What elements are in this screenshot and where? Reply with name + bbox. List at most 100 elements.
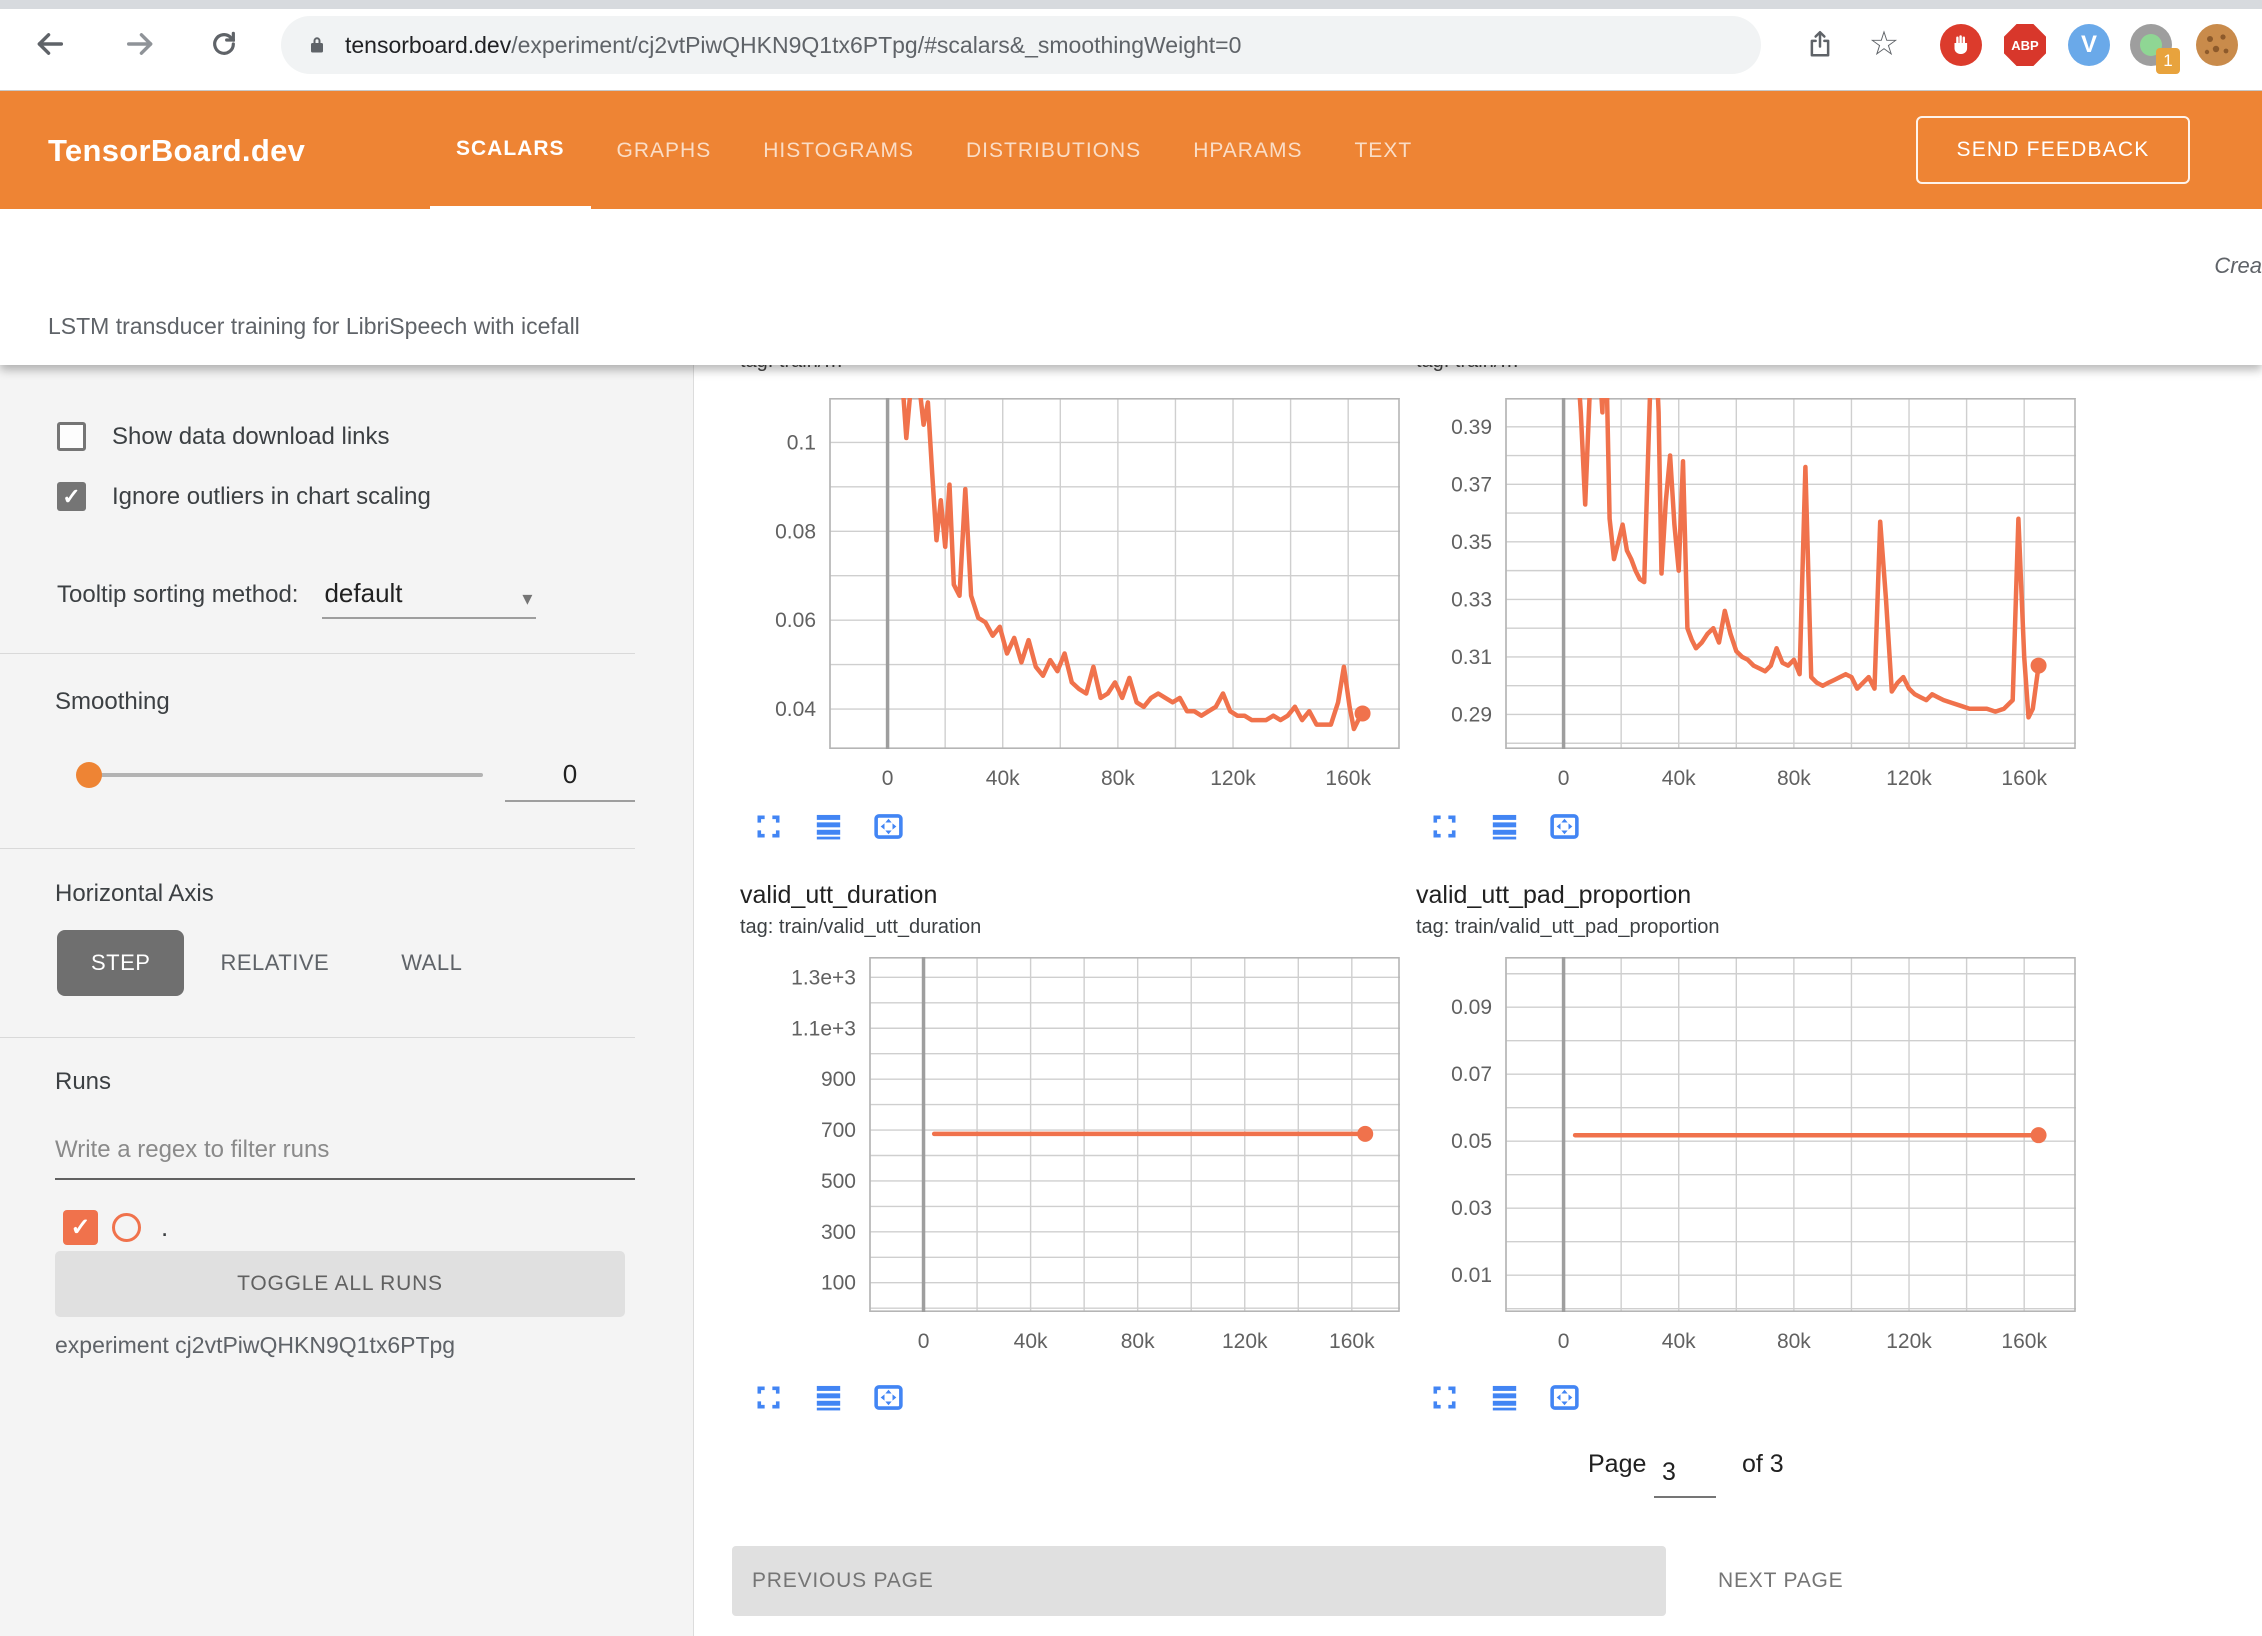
abp-extension-icon[interactable]: ABP bbox=[2004, 24, 2046, 66]
browser-top-strip bbox=[0, 0, 2262, 9]
svg-text:80k: 80k bbox=[1101, 767, 1135, 790]
experiment-description: LSTM transducer training for LibriSpeech… bbox=[48, 313, 580, 340]
log-scale-icon[interactable] bbox=[812, 1381, 845, 1414]
log-scale-icon[interactable] bbox=[812, 810, 845, 843]
divider bbox=[0, 653, 635, 654]
smoothing-slider-thumb[interactable] bbox=[76, 762, 102, 788]
address-bar[interactable]: tensorboard.dev/experiment/cj2vtPiwQHKN9… bbox=[281, 16, 1761, 74]
privacy-extension-icon[interactable]: 1 bbox=[2130, 24, 2172, 66]
abp-label: ABP bbox=[2011, 38, 2038, 53]
send-feedback-button[interactable]: SEND FEEDBACK bbox=[1916, 116, 2190, 184]
svg-text:1.1e+3: 1.1e+3 bbox=[791, 1017, 856, 1040]
ignore-outliers-checkbox[interactable]: ✓ bbox=[57, 482, 86, 511]
runs-label: Runs bbox=[55, 1068, 111, 1096]
axis-wall-button[interactable]: WALL bbox=[365, 930, 498, 996]
svg-text:300: 300 bbox=[821, 1221, 856, 1244]
log-scale-icon[interactable] bbox=[1488, 1381, 1521, 1414]
url-text: tensorboard.dev/experiment/cj2vtPiwQHKN9… bbox=[345, 32, 1241, 59]
svg-text:40k: 40k bbox=[1662, 1330, 1696, 1353]
reload-icon[interactable] bbox=[202, 22, 246, 66]
expand-chart-icon[interactable] bbox=[752, 810, 785, 843]
forward-icon[interactable] bbox=[118, 22, 162, 66]
expand-chart-icon[interactable] bbox=[752, 1381, 785, 1414]
page-number-input[interactable]: 3 bbox=[1654, 1458, 1716, 1498]
svg-text:100: 100 bbox=[821, 1272, 856, 1295]
chart-tag-clipped: tag: train/… bbox=[1416, 365, 1519, 374]
tab-text[interactable]: TEXT bbox=[1328, 91, 1438, 210]
svg-text:700: 700 bbox=[821, 1119, 856, 1142]
previous-page-button[interactable]: PREVIOUS PAGE bbox=[732, 1546, 1666, 1616]
svg-text:0.06: 0.06 bbox=[775, 609, 816, 632]
svg-text:120k: 120k bbox=[1222, 1330, 1268, 1353]
expand-chart-icon[interactable] bbox=[1428, 810, 1461, 843]
tensorboard-page: tensorboard.dev/experiment/cj2vtPiwQHKN9… bbox=[0, 0, 2262, 1636]
runs-filter-input[interactable]: Write a regex to filter runs bbox=[55, 1136, 635, 1180]
v-extension-icon[interactable]: V bbox=[2068, 24, 2110, 66]
svg-text:0.1: 0.1 bbox=[787, 431, 816, 454]
padlock-icon[interactable] bbox=[305, 33, 329, 57]
svg-text:40k: 40k bbox=[986, 767, 1020, 790]
svg-text:160k: 160k bbox=[1329, 1330, 1375, 1353]
divider bbox=[0, 1037, 635, 1038]
svg-text:160k: 160k bbox=[2001, 767, 2047, 790]
show-download-checkbox[interactable] bbox=[57, 422, 86, 451]
extension-badge: 1 bbox=[2156, 48, 2180, 74]
svg-text:0.04: 0.04 bbox=[775, 698, 816, 721]
url-domain: tensorboard.dev bbox=[345, 32, 511, 58]
svg-text:0: 0 bbox=[1558, 767, 1570, 790]
expand-chart-icon[interactable] bbox=[1428, 1381, 1461, 1414]
svg-text:80k: 80k bbox=[1777, 767, 1811, 790]
chart-tag: tag: train/valid_utt_duration bbox=[740, 916, 981, 939]
fit-domain-icon[interactable] bbox=[872, 810, 905, 843]
svg-text:0.37: 0.37 bbox=[1451, 473, 1492, 496]
show-download-row: Show data download links bbox=[57, 422, 390, 451]
v-label: V bbox=[2081, 31, 2097, 59]
run-color-swatch bbox=[112, 1213, 141, 1242]
tab-hparams[interactable]: HPARAMS bbox=[1167, 91, 1328, 210]
run-checkbox[interactable]: ✓ bbox=[63, 1210, 98, 1245]
settings-sidebar: Show data download links ✓ Ignore outlie… bbox=[0, 365, 694, 1636]
fit-domain-icon[interactable] bbox=[872, 1381, 905, 1414]
experiment-id-label: experiment cj2vtPiwQHKN9Q1tx6PTpg bbox=[55, 1332, 455, 1359]
svg-text:0.29: 0.29 bbox=[1451, 703, 1492, 726]
cookie-extension-icon[interactable] bbox=[2196, 24, 2238, 66]
scalar-chart-top-right[interactable]: 0.290.310.330.350.370.39040k80k120k160k bbox=[1416, 398, 2076, 795]
back-icon[interactable] bbox=[28, 22, 72, 66]
scalar-chart-valid-utt-pad-proportion[interactable]: 0.010.030.050.070.09040k80k120k160k bbox=[1416, 957, 2076, 1358]
chart-actions bbox=[1428, 1381, 1581, 1414]
run-name: . bbox=[161, 1212, 168, 1243]
chart-title: valid_utt_pad_proportion bbox=[1416, 881, 1691, 910]
horizontal-axis-label: Horizontal Axis bbox=[55, 880, 214, 908]
share-icon[interactable] bbox=[1798, 22, 1842, 66]
svg-text:900: 900 bbox=[821, 1068, 856, 1091]
tab-bar: SCALARS GRAPHS HISTOGRAMS DISTRIBUTIONS … bbox=[430, 91, 1438, 210]
next-page-button[interactable]: NEXT PAGE bbox=[1718, 1546, 1843, 1616]
log-scale-icon[interactable] bbox=[1488, 810, 1521, 843]
adblock-hand-icon[interactable] bbox=[1940, 24, 1982, 66]
toggle-all-runs-button[interactable]: TOGGLE ALL RUNS bbox=[55, 1251, 625, 1317]
horizontal-axis-buttons: STEP RELATIVE WALL bbox=[57, 930, 498, 996]
svg-text:0.35: 0.35 bbox=[1451, 531, 1492, 554]
tab-scalars[interactable]: SCALARS bbox=[430, 91, 591, 210]
axis-step-button[interactable]: STEP bbox=[57, 930, 184, 996]
scalar-chart-top-left[interactable]: 0.040.060.080.1040k80k120k160k bbox=[740, 398, 1400, 795]
smoothing-value-input[interactable]: 0 bbox=[505, 759, 635, 802]
tab-graphs[interactable]: GRAPHS bbox=[591, 91, 738, 210]
scalar-chart-valid-utt-duration[interactable]: 1003005007009001.1e+31.3e+3040k80k120k16… bbox=[740, 957, 1400, 1358]
svg-text:0.09: 0.09 bbox=[1451, 996, 1492, 1019]
fit-domain-icon[interactable] bbox=[1548, 810, 1581, 843]
chevron-down-icon: ▾ bbox=[522, 586, 532, 611]
tab-histograms[interactable]: HISTOGRAMS bbox=[737, 91, 940, 210]
svg-text:0.31: 0.31 bbox=[1451, 646, 1492, 669]
app-header: TensorBoard.dev SCALARS GRAPHS HISTOGRAM… bbox=[0, 90, 2262, 209]
fit-domain-icon[interactable] bbox=[1548, 1381, 1581, 1414]
chart-actions bbox=[752, 810, 905, 843]
smoothing-slider-track[interactable] bbox=[87, 773, 483, 777]
tooltip-sorting-select[interactable]: default▾ bbox=[322, 578, 536, 619]
svg-text:80k: 80k bbox=[1121, 1330, 1155, 1353]
tab-distributions[interactable]: DISTRIBUTIONS bbox=[940, 91, 1167, 210]
axis-relative-button[interactable]: RELATIVE bbox=[184, 930, 365, 996]
bookmark-star-icon[interactable]: ☆ bbox=[1862, 22, 1906, 66]
svg-text:160k: 160k bbox=[1325, 767, 1371, 790]
svg-text:0.39: 0.39 bbox=[1451, 416, 1492, 439]
